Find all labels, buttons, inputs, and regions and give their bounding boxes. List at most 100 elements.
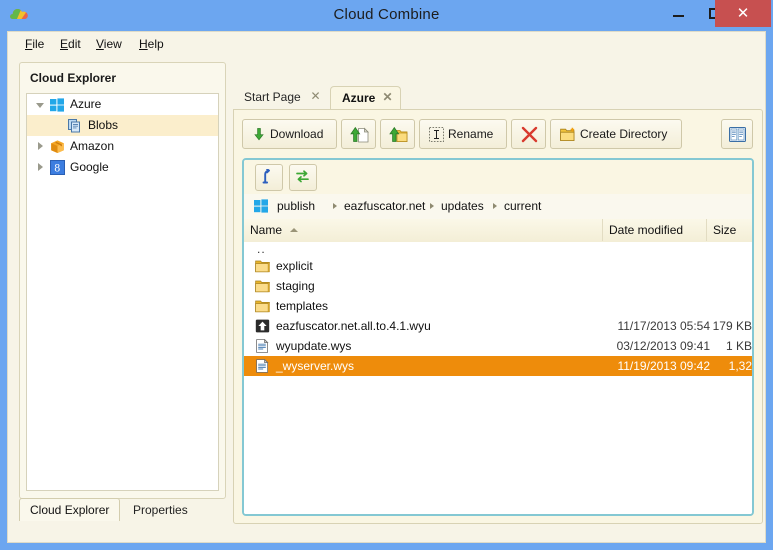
windows-azure-icon <box>50 98 65 112</box>
close-button[interactable]: ✕ <box>715 0 771 27</box>
chevron-right-icon[interactable] <box>38 163 43 171</box>
google-icon: 8 <box>50 160 65 175</box>
file-name: templates <box>276 299 329 313</box>
parent-dir-icon: .. <box>257 242 266 256</box>
file-name: eazfuscator.net.all.to.4.1.wyu <box>276 319 431 333</box>
title-bar: Cloud Combine ✕ <box>0 0 773 31</box>
sidebar-bottom-tabs: Cloud Explorer Properties <box>19 498 229 522</box>
column-header-date-modified[interactable]: Date modified <box>603 219 707 241</box>
tab-properties[interactable]: Properties <box>122 498 199 521</box>
upload-file-icon <box>350 126 369 143</box>
table-row[interactable]: staging <box>244 276 752 296</box>
table-row[interactable]: templates <box>244 296 752 316</box>
table-row[interactable]: explicit <box>244 256 752 276</box>
refresh-icon <box>295 169 310 184</box>
column-label: Size <box>713 223 737 237</box>
download-label: Download <box>270 127 324 141</box>
file-browser: publish eazfuscator.net updates current … <box>242 158 754 516</box>
refresh-button[interactable] <box>289 164 317 191</box>
new-folder-icon <box>560 127 577 142</box>
download-arrow-icon <box>253 128 265 141</box>
tree-item-label: Azure <box>70 97 102 111</box>
rename-caret-icon <box>429 127 444 142</box>
up-arrow-icon <box>262 169 275 184</box>
chevron-right-icon <box>430 203 434 209</box>
column-label: Name <box>250 223 283 237</box>
file-size: 179 KB <box>712 319 752 333</box>
navigation-bar <box>244 160 752 195</box>
svg-text:8: 8 <box>54 163 60 175</box>
up-directory-button[interactable] <box>255 164 283 191</box>
column-header-size[interactable]: Size <box>707 219 752 241</box>
tree-item-azure[interactable]: Azure <box>27 94 218 115</box>
tree-item-amazon[interactable]: Amazon <box>27 136 218 157</box>
delete-x-icon <box>521 126 538 143</box>
file-size: 1,32 KB <box>728 359 752 393</box>
minimize-button[interactable] <box>660 0 697 27</box>
table-row[interactable]: wyupdate.wys 03/12/2013 09:41 1 KB <box>244 336 752 356</box>
tab-cloud-explorer[interactable]: Cloud Explorer <box>19 498 121 521</box>
rename-label: Rename <box>448 127 494 141</box>
chevron-right-icon[interactable] <box>38 142 43 150</box>
client-area: File Edit View Help Cloud Explorer Azure… <box>7 31 766 543</box>
column-label: Date modified <box>609 223 684 237</box>
window-title: Cloud Combine <box>333 6 440 23</box>
file-name: staging <box>276 279 315 293</box>
sort-ascending-icon <box>290 228 298 232</box>
folder-icon <box>255 279 270 293</box>
breadcrumb-item-eazfuscator-net[interactable]: eazfuscator.net <box>344 198 425 215</box>
chevron-down-icon[interactable] <box>36 103 44 108</box>
menu-file[interactable]: File <box>18 36 51 53</box>
wys-file-icon <box>255 359 270 373</box>
table-row[interactable]: _wyserver.wys 11/19/2013 09:42 1,32 KB <box>244 356 752 393</box>
menu-view[interactable]: View <box>89 36 129 53</box>
tab-label: Azure <box>342 91 376 105</box>
breadcrumb-item-current[interactable]: current <box>504 198 541 215</box>
document-tab-bar: Start Page ✕ Azure ✕ <box>233 86 763 110</box>
windows-azure-icon <box>254 199 269 213</box>
file-list[interactable]: .. explicit staging templates eazfuscato… <box>244 242 752 514</box>
menu-bar: File Edit View Help <box>8 32 765 56</box>
blobs-icon <box>68 119 83 133</box>
tree-item-blobs[interactable]: Blobs <box>27 115 218 136</box>
tab-start-page[interactable]: Start Page ✕ <box>233 86 328 110</box>
breadcrumb-item-updates[interactable]: updates <box>441 198 484 215</box>
application-window: Cloud Combine ✕ File Edit View Help Clou… <box>0 0 773 550</box>
download-button[interactable]: Download <box>242 119 337 149</box>
details-pane-button[interactable] <box>721 119 753 149</box>
cloud-explorer-title: Cloud Explorer <box>30 71 117 85</box>
file-date: 03/12/2013 09:41 <box>616 339 710 353</box>
create-directory-label: Create Directory <box>580 127 668 141</box>
tab-azure[interactable]: Azure ✕ <box>330 86 401 110</box>
file-size: 1 KB <box>725 339 752 353</box>
wys-file-icon <box>255 339 270 353</box>
tree-item-google[interactable]: 8 Google <box>27 157 218 178</box>
azure-document-pane: Download Rename Create Directory publish… <box>233 109 763 524</box>
breadcrumb: publish eazfuscator.net updates current <box>244 194 752 220</box>
tab-label: Properties <box>133 503 188 517</box>
menu-help[interactable]: Help <box>132 36 171 53</box>
delete-button[interactable] <box>511 119 546 149</box>
tab-label: Start Page <box>244 90 301 104</box>
breadcrumb-item-publish[interactable]: publish <box>277 198 315 215</box>
create-directory-button[interactable]: Create Directory <box>550 119 682 149</box>
table-row[interactable]: .. <box>244 242 752 256</box>
file-name: wyupdate.wys <box>276 339 352 353</box>
column-header-name[interactable]: Name <box>244 219 603 241</box>
cloud-explorer-tree[interactable]: Azure Blobs Amazon 8 Google <box>26 93 219 491</box>
upload-folder-icon <box>389 126 408 143</box>
close-icon[interactable]: ✕ <box>382 91 393 104</box>
upload-file-button[interactable] <box>341 119 376 149</box>
close-icon[interactable]: ✕ <box>310 90 321 103</box>
file-date: 11/17/2013 05:54 <box>617 319 710 333</box>
tree-item-label: Amazon <box>70 139 115 153</box>
file-name: _wyserver.wys <box>276 359 355 373</box>
upload-folder-button[interactable] <box>380 119 415 149</box>
rename-button[interactable]: Rename <box>419 119 507 149</box>
tree-item-label: Google <box>70 160 109 174</box>
minimize-icon <box>673 15 684 17</box>
table-row[interactable]: eazfuscator.net.all.to.4.1.wyu 11/17/201… <box>244 316 752 336</box>
menu-edit[interactable]: Edit <box>53 36 88 53</box>
folder-icon <box>255 259 270 273</box>
column-header-row: Name Date modified Size <box>244 219 752 243</box>
